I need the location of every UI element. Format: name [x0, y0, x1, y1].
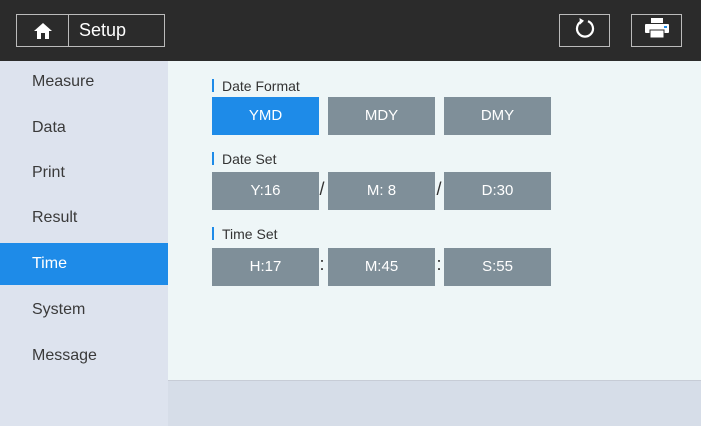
sidebar: Measure Data Print Result Time System Me… — [0, 61, 168, 426]
year-field[interactable]: Y:16 — [212, 172, 319, 210]
minute-field[interactable]: M:45 — [328, 248, 435, 286]
top-bar: Setup — [0, 0, 701, 61]
sidebar-item-system[interactable]: System — [0, 289, 168, 331]
section-marker — [212, 79, 214, 92]
bottom-bar — [168, 380, 701, 426]
section-marker — [212, 227, 214, 240]
date-separator: / — [319, 179, 325, 199]
date-format-ymd-button[interactable]: YMD — [212, 97, 319, 135]
time-separator: : — [319, 254, 325, 274]
time-set-heading: Time Set — [212, 225, 278, 243]
second-field[interactable]: S:55 — [444, 248, 551, 286]
sidebar-item-time[interactable]: Time — [0, 243, 168, 285]
refresh-button[interactable] — [559, 14, 610, 47]
time-settings-panel: Date Format YMD MDY DMY Date Set Y:16 / … — [168, 61, 701, 380]
date-set-label: Date Set — [222, 151, 277, 167]
page-title: Setup — [79, 20, 127, 40]
date-format-heading: Date Format — [212, 77, 300, 95]
refresh-icon — [574, 17, 596, 44]
sidebar-item-message[interactable]: Message — [0, 335, 168, 377]
date-separator: / — [436, 179, 442, 199]
date-set-heading: Date Set — [212, 150, 276, 168]
time-separator: : — [436, 254, 442, 274]
print-button[interactable] — [631, 14, 682, 47]
section-marker — [212, 152, 214, 165]
printer-icon — [644, 17, 670, 44]
date-format-label: Date Format — [222, 78, 300, 94]
day-field[interactable]: D:30 — [444, 172, 551, 210]
time-set-label: Time Set — [222, 226, 278, 242]
sidebar-item-measure[interactable]: Measure — [0, 61, 168, 103]
date-format-dmy-button[interactable]: DMY — [444, 97, 551, 135]
sidebar-item-result[interactable]: Result — [0, 197, 168, 239]
home-button[interactable]: Setup — [16, 14, 165, 47]
month-field[interactable]: M: 8 — [328, 172, 435, 210]
date-format-mdy-button[interactable]: MDY — [328, 97, 435, 135]
hour-field[interactable]: H:17 — [212, 248, 319, 286]
sidebar-item-data[interactable]: Data — [0, 107, 168, 149]
home-icon[interactable] — [17, 15, 69, 46]
sidebar-item-print[interactable]: Print — [0, 152, 168, 194]
